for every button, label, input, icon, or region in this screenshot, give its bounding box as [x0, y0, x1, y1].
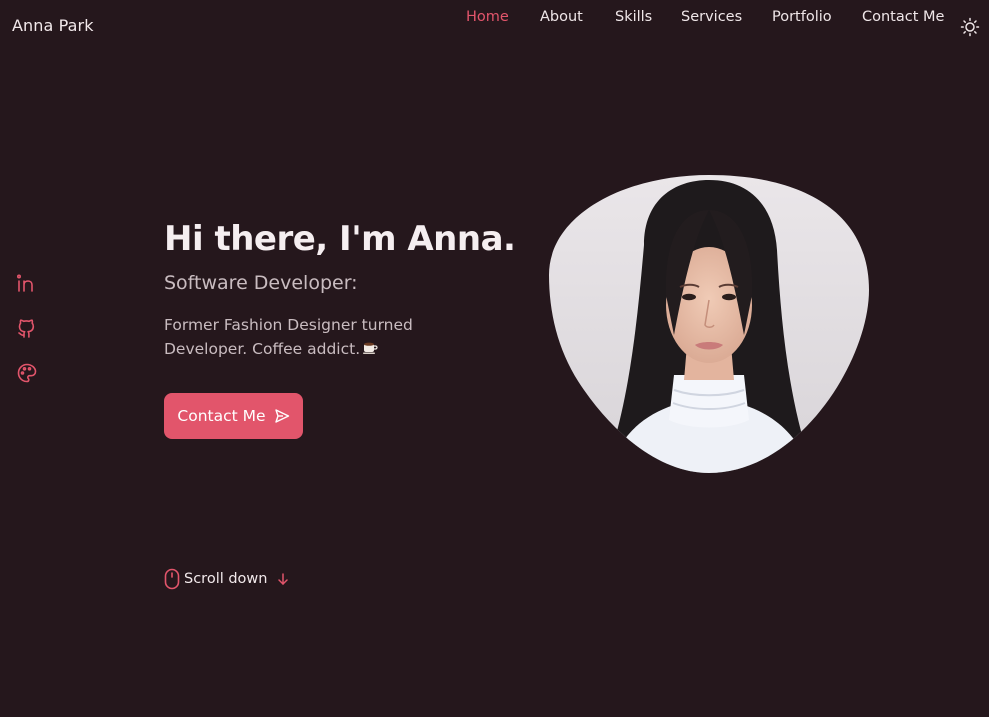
contact-me-label: Contact Me: [177, 407, 266, 425]
social-links: [16, 272, 38, 407]
send-icon: [274, 409, 289, 423]
brand-logo[interactable]: Anna Park: [12, 16, 94, 35]
github-icon[interactable]: [16, 317, 38, 339]
contact-me-button[interactable]: Contact Me: [164, 393, 303, 439]
profile-photo: [549, 175, 869, 473]
palette-icon[interactable]: [16, 362, 38, 384]
hero-title: Hi there, I'm Anna.: [164, 219, 516, 259]
nav-item-about[interactable]: About: [540, 9, 583, 25]
page: Anna Park Home About Skills Services Por…: [0, 0, 989, 717]
mouse-icon: [164, 568, 180, 590]
coffee-icon: [363, 342, 378, 354]
site-header: Anna Park Home About Skills Services Por…: [0, 0, 989, 54]
linkedin-icon[interactable]: [16, 272, 38, 294]
scroll-down-link[interactable]: Scroll down: [164, 568, 289, 590]
nav-item-portfolio[interactable]: Portfolio: [772, 9, 832, 25]
hero-description: Former Fashion Designer turned Developer…: [164, 313, 454, 361]
nav-item-services[interactable]: Services: [681, 9, 742, 25]
hero-subtitle: Software Developer:: [164, 272, 358, 294]
nav-item-home[interactable]: Home: [466, 9, 509, 25]
arrow-down-icon: [278, 573, 289, 585]
nav-item-contact[interactable]: Contact Me: [862, 9, 944, 25]
scroll-down-label: Scroll down: [184, 571, 268, 587]
nav-item-skills[interactable]: Skills: [615, 9, 652, 25]
sun-icon[interactable]: [960, 17, 980, 37]
